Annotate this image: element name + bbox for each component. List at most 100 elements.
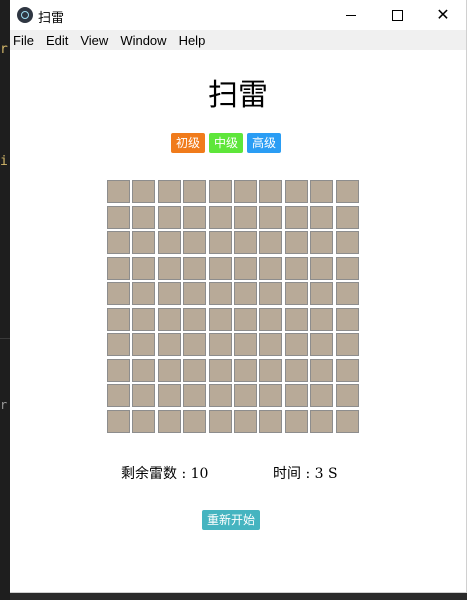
board-cell[interactable]	[183, 358, 207, 382]
board-cell[interactable]	[310, 384, 334, 407]
board-cell[interactable]	[157, 205, 181, 229]
board-cell[interactable]	[284, 282, 308, 305]
board-cell[interactable]	[157, 256, 181, 280]
board-cell[interactable]	[208, 180, 232, 203]
board-cell[interactable]	[183, 409, 207, 433]
close-button[interactable]: ✕	[420, 0, 466, 30]
board-cell[interactable]	[284, 409, 308, 433]
level-intermediate-button[interactable]: 中级	[209, 133, 244, 153]
board-cell[interactable]	[107, 409, 130, 433]
menu-window[interactable]: Window	[114, 33, 172, 48]
board-cell[interactable]	[233, 282, 257, 305]
board-cell[interactable]	[310, 333, 334, 356]
board-cell[interactable]	[233, 180, 257, 203]
board-cell[interactable]	[107, 384, 130, 407]
board-cell[interactable]	[183, 180, 207, 203]
board-cell[interactable]	[284, 384, 308, 407]
board-cell[interactable]	[157, 333, 181, 356]
board-cell[interactable]	[183, 282, 207, 305]
restart-button[interactable]: 重新开始	[202, 510, 261, 530]
board-cell[interactable]	[259, 205, 283, 229]
board-cell[interactable]	[208, 205, 232, 229]
board-cell[interactable]	[310, 205, 334, 229]
board-cell[interactable]	[259, 384, 283, 407]
board-cell[interactable]	[183, 307, 207, 331]
board-cell[interactable]	[284, 180, 308, 203]
board-cell[interactable]	[310, 231, 334, 254]
board-cell[interactable]	[335, 282, 359, 305]
board-cell[interactable]	[259, 282, 283, 305]
board-cell[interactable]	[259, 358, 283, 382]
board-cell[interactable]	[183, 384, 207, 407]
maximize-button[interactable]	[374, 0, 420, 30]
board-cell[interactable]	[132, 256, 156, 280]
board-cell[interactable]	[259, 333, 283, 356]
board-cell[interactable]	[208, 384, 232, 407]
board-cell[interactable]	[310, 307, 334, 331]
board-cell[interactable]	[157, 358, 181, 382]
board-cell[interactable]	[107, 282, 130, 305]
board-cell[interactable]	[157, 180, 181, 203]
board-cell[interactable]	[183, 205, 207, 229]
board-cell[interactable]	[208, 282, 232, 305]
board-cell[interactable]	[335, 256, 359, 280]
board-cell[interactable]	[107, 307, 130, 331]
board-cell[interactable]	[284, 307, 308, 331]
board-cell[interactable]	[335, 205, 359, 229]
board-cell[interactable]	[310, 256, 334, 280]
board-cell[interactable]	[310, 409, 334, 433]
board-cell[interactable]	[132, 358, 156, 382]
board-cell[interactable]	[259, 307, 283, 331]
board-cell[interactable]	[310, 282, 334, 305]
board-cell[interactable]	[157, 231, 181, 254]
board-cell[interactable]	[132, 384, 156, 407]
board-cell[interactable]	[208, 333, 232, 356]
board-cell[interactable]	[233, 256, 257, 280]
board-cell[interactable]	[132, 307, 156, 331]
board-cell[interactable]	[107, 231, 130, 254]
board-cell[interactable]	[208, 409, 232, 433]
board-cell[interactable]	[284, 256, 308, 280]
board-cell[interactable]	[233, 205, 257, 229]
board-cell[interactable]	[233, 358, 257, 382]
board-cell[interactable]	[259, 180, 283, 203]
board-cell[interactable]	[284, 358, 308, 382]
board-cell[interactable]	[107, 180, 130, 203]
board-cell[interactable]	[132, 231, 156, 254]
board-cell[interactable]	[259, 231, 283, 254]
board-cell[interactable]	[208, 307, 232, 331]
board-cell[interactable]	[284, 205, 308, 229]
board-cell[interactable]	[335, 409, 359, 433]
board-cell[interactable]	[208, 358, 232, 382]
menu-edit[interactable]: Edit	[40, 33, 74, 48]
board-cell[interactable]	[132, 180, 156, 203]
board-cell[interactable]	[132, 409, 156, 433]
board-cell[interactable]	[335, 231, 359, 254]
board-cell[interactable]	[310, 180, 334, 203]
board-cell[interactable]	[107, 333, 130, 356]
board-cell[interactable]	[233, 384, 257, 407]
board-cell[interactable]	[132, 282, 156, 305]
menu-view[interactable]: View	[74, 33, 114, 48]
board-cell[interactable]	[183, 231, 207, 254]
board-cell[interactable]	[183, 256, 207, 280]
board-cell[interactable]	[208, 231, 232, 254]
board-cell[interactable]	[310, 358, 334, 382]
board-cell[interactable]	[157, 409, 181, 433]
board-cell[interactable]	[335, 358, 359, 382]
board-cell[interactable]	[107, 205, 130, 229]
board-cell[interactable]	[183, 333, 207, 356]
menu-file[interactable]: File	[10, 33, 40, 48]
board-cell[interactable]	[284, 333, 308, 356]
board-cell[interactable]	[335, 307, 359, 331]
board-cell[interactable]	[335, 180, 359, 203]
board-cell[interactable]	[107, 358, 130, 382]
board-cell[interactable]	[208, 256, 232, 280]
board-cell[interactable]	[233, 307, 257, 331]
board-cell[interactable]	[132, 205, 156, 229]
board-cell[interactable]	[157, 307, 181, 331]
board-cell[interactable]	[233, 231, 257, 254]
board-cell[interactable]	[233, 333, 257, 356]
board-cell[interactable]	[335, 384, 359, 407]
board-cell[interactable]	[233, 409, 257, 433]
